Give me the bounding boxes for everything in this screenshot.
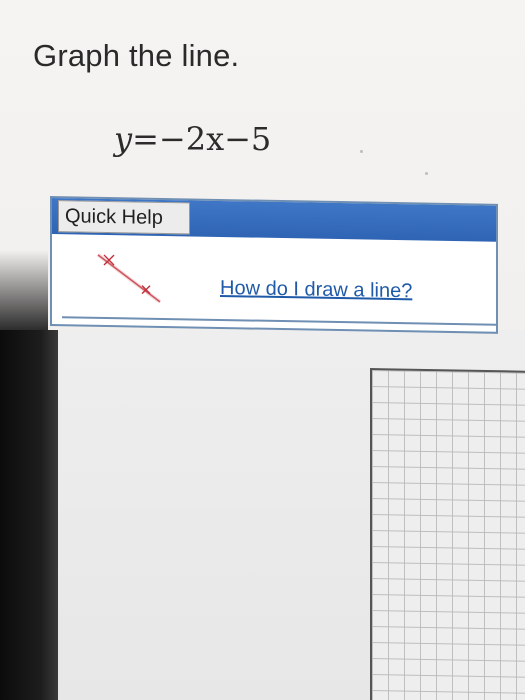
equation-lhs: y (114, 120, 133, 158)
monitor-bezel (0, 330, 58, 700)
screen-speck (425, 172, 428, 175)
screen: Graph the line. y=−2x−5 Quick Help How d… (0, 0, 525, 700)
quick-help-header: Quick Help (52, 198, 496, 242)
monitor-bezel-fade (0, 250, 48, 340)
question-instruction: Graph the line. (33, 38, 240, 73)
quick-help-divider (62, 316, 496, 326)
line-drawing-icon[interactable] (92, 243, 172, 314)
how-to-draw-line-link[interactable]: How do I draw a line? (220, 277, 412, 303)
equation: y=−2x−5 (114, 120, 271, 158)
graph-grid-area[interactable] (370, 368, 525, 700)
equation-rhs: =−2x−5 (132, 120, 272, 158)
quick-help-tab[interactable]: Quick Help (58, 200, 190, 235)
screen-speck (360, 150, 363, 153)
quick-help-panel: Quick Help How do I draw a line? (50, 196, 498, 334)
